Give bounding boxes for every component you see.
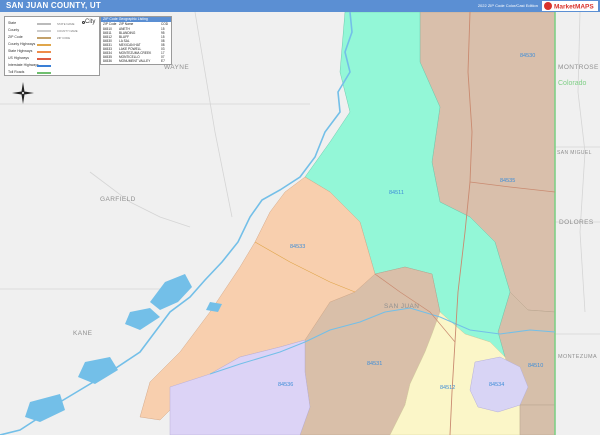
legend-swatch-state [37,23,51,25]
county-label-garfield: GARFIELD [100,196,136,203]
zip-listing-code: 84536 [103,59,112,63]
county-label-montezuma: MONTEZUMA [558,354,598,360]
zip-label-84534: 84534 [489,382,505,388]
legend-sample-zip: ZIP CODE [57,36,71,40]
legend-row-zip: ZIP Code [8,35,23,39]
zip-listing-header-name: ZIP Name [119,22,134,26]
zip-zone-84510-south[interactable] [519,404,556,435]
county-label-kane: KANE [73,330,93,337]
zip-listing-header-code: ZIP Code [103,22,117,26]
county-label-san-juan: SAN JUAN [384,303,420,310]
zip-code-listing: ZIP Code Geographic Listing ZIP Code ZIP… [100,16,172,65]
legend-swatch-toll [37,72,51,74]
marketmaps-logo: MarketMAPS [542,1,598,11]
legend-swatch-county-highways [37,44,51,46]
map-title: SAN JUAN COUNTY, UT [6,1,101,10]
svg-text:MarketMAPS: MarketMAPS [554,4,594,11]
legend-sample-county: COUNTY NAME [57,29,78,33]
legend-swatch-zip [37,37,51,39]
legend-row-county: County [8,28,20,32]
state-label-colorado: Colorado [558,80,587,87]
zip-label-84536: 84536 [278,382,294,388]
map-frame: SAN JUAN COUNTY, UT 2022 ZIP Code Color/… [0,0,600,435]
legend-row-state: State [8,21,17,25]
legend-row-interstate: Interstate Highways [8,63,39,67]
legend-swatch-state-highways [37,51,51,53]
zip-label-84535: 84535 [500,178,516,184]
zip-label-84511: 84511 [389,190,404,196]
legend-swatch-interstate [37,65,51,67]
zip-label-84512: 84512 [440,385,456,391]
legend-swatch-county [37,30,51,32]
compass-rose-icon [12,82,34,104]
county-label-dolores: DOLORES [559,219,594,226]
zip-label-84510: 84510 [528,363,544,369]
zip-listing-header-cod: COD [161,22,169,26]
map-header: SAN JUAN COUNTY, UT 2022 ZIP Code Color/… [0,0,600,12]
legend-row-county-highways: County Highways [8,42,36,46]
county-label-san-miguel: SAN MIGUEL [557,150,592,156]
zip-label-84533: 84533 [290,244,306,250]
legend-swatch-us-highways [37,58,51,60]
legend-row-toll: Toll Roads [8,70,25,74]
legend-sample-state: STATE NAME [57,22,75,26]
legend-row-us-highways: US Highways [8,56,30,60]
edition-label: 2022 ZIP Code Color/Cast Edition [477,3,538,8]
map-legend: State STATE NAME County COUNTY NAME ZIP … [4,16,100,76]
legend-city-label: City [85,19,96,25]
legend-row-state-highways: State Highways [8,49,33,53]
county-label-montrose: MONTROSE [558,64,599,71]
county-label-wayne: WAYNE [164,64,190,71]
zip-listing-cod: E7 [161,59,165,63]
zip-label-84530: 84530 [520,53,536,59]
zip-listing-name: MONUMENT VALLEY [119,59,151,63]
zip-label-84531: 84531 [367,361,383,367]
